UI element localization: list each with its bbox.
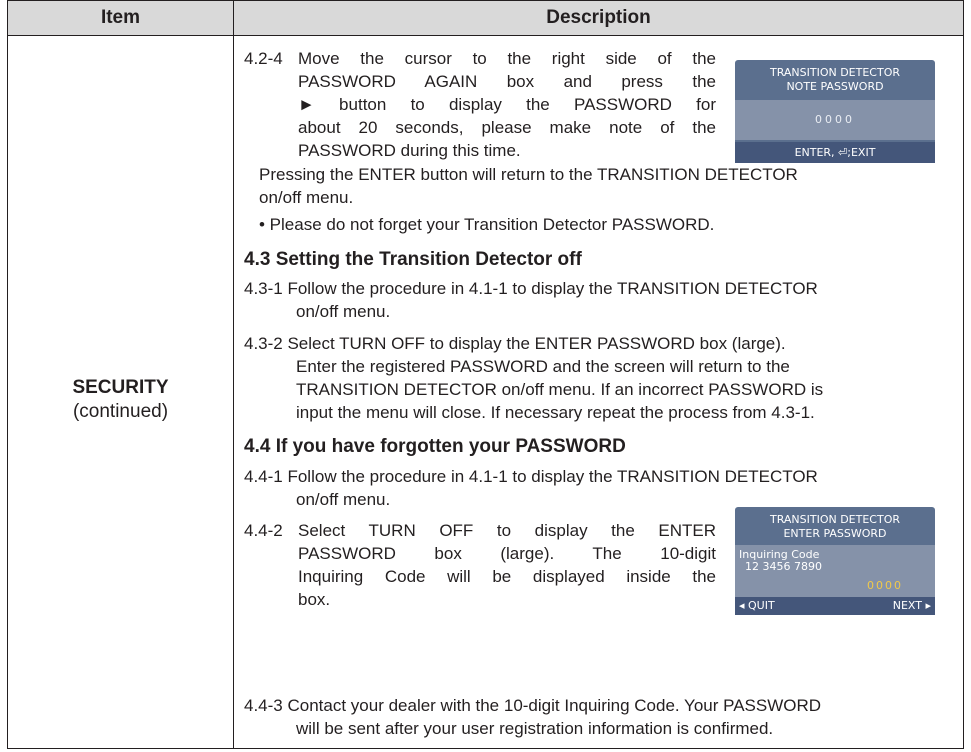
- step-442-line4: box.: [298, 590, 331, 609]
- step-432-line1: 4.3-2 Select TURN OFF to display the ENT…: [244, 334, 786, 353]
- header-description: Description: [546, 7, 651, 28]
- item-subtitle: (continued): [72, 401, 169, 422]
- step-442-line1: Select TURN OFF to display the ENTER: [298, 521, 716, 540]
- step-443-line2: will be sent after your user registratio…: [296, 719, 774, 738]
- item-cell: SECURITY (continued): [8, 376, 233, 424]
- step-424-line1: Move the cursor to the right side of the: [298, 49, 716, 68]
- osd2-quit: ◂ QUIT: [739, 599, 775, 612]
- security-table: Item Description SECURITY (continued) 4.…: [7, 0, 964, 749]
- osd1-footer: ENTER, ⏎;EXIT: [794, 146, 876, 159]
- step-432-line3: TRANSITION DETECTOR on/off menu. If an i…: [296, 380, 824, 399]
- osd2-next: NEXT ▸: [892, 599, 931, 612]
- step-442-line3: Inquiring Code will be displayed inside …: [298, 567, 716, 586]
- bullet-note: • Please do not forget your Transition D…: [259, 215, 715, 234]
- note-password-osd: TRANSITION DETECTOR NOTE PASSWORD 0000 E…: [735, 60, 935, 163]
- osd2-line2: ENTER PASSWORD: [783, 527, 887, 540]
- osd2-entry: 0000: [867, 579, 903, 592]
- step-431-line1: 4.3-1 Follow the procedure in 4.1-1 to d…: [244, 279, 818, 298]
- step-442-line2: PASSWORD box (large). The 10-digit: [298, 544, 716, 563]
- step-431-line2: on/off menu.: [296, 302, 391, 321]
- osd2-inquiring-value: 12 3456 7890: [745, 560, 822, 573]
- step-424-line3: ► button to display the PASSWORD for: [298, 95, 716, 114]
- step-432-line2: Enter the registered PASSWORD and the sc…: [296, 357, 790, 376]
- step-441-line2: on/off menu.: [296, 490, 391, 509]
- section-44-heading: 4.4 If you have forgotten your PASSWORD: [244, 436, 626, 457]
- section-43-heading: 4.3 Setting the Transition Detector off: [244, 249, 582, 270]
- osd1-code: 0000: [815, 113, 855, 126]
- step-432-line4: input the menu will close. If necessary …: [296, 403, 815, 422]
- step-442-number: 4.4-2: [244, 521, 283, 540]
- step-424-line5: PASSWORD during this time.: [298, 141, 521, 160]
- item-title: SECURITY: [72, 377, 169, 398]
- header-item: Item: [100, 7, 141, 28]
- pressing-line1: Pressing the ENTER button will return to…: [259, 165, 798, 184]
- step-424-line4: about 20 seconds, please make note of th…: [298, 118, 716, 137]
- step-441-line1: 4.4-1 Follow the procedure in 4.1-1 to d…: [244, 467, 818, 486]
- pressing-line2: on/off menu.: [259, 188, 354, 207]
- column-divider: [233, 1, 234, 748]
- osd2-line1: TRANSITION DETECTOR: [769, 513, 901, 526]
- osd1-line2: NOTE PASSWORD: [786, 80, 884, 93]
- osd1-line1: TRANSITION DETECTOR: [769, 66, 901, 79]
- enter-password-osd: TRANSITION DETECTOR ENTER PASSWORD Inqui…: [735, 507, 935, 615]
- step-424-number: 4.2-4: [244, 49, 283, 68]
- step-443-line1: 4.4-3 Contact your dealer with the 10-di…: [244, 696, 822, 715]
- table-header: Item Description: [8, 1, 963, 36]
- step-424-line2: PASSWORD AGAIN box and press the: [298, 72, 716, 91]
